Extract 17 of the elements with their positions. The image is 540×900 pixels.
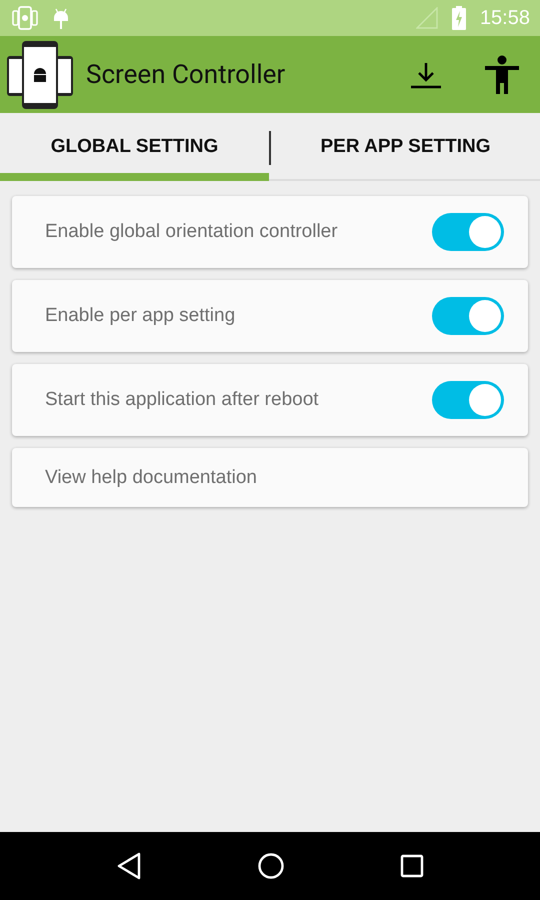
help-card[interactable]: View help documentation [12, 448, 528, 507]
battery-charging-icon [452, 6, 466, 30]
setting-label: Start this application after reboot [45, 389, 320, 411]
setting-label: View help documentation [45, 466, 258, 488]
signal-icon [416, 7, 438, 29]
toggle-switch[interactable] [432, 213, 504, 251]
screen-rotation-icon [12, 6, 38, 30]
tab[interactable]: GLOBAL SETTING [0, 113, 269, 181]
toggle-switch[interactable] [432, 381, 504, 419]
android-icon [52, 6, 70, 30]
toggle-switch[interactable] [432, 297, 504, 335]
app-logo-icon [6, 40, 74, 110]
app-title: Screen Controller [86, 60, 286, 90]
setting-label: Enable global orientation controller [45, 221, 339, 243]
clock-time: 15:58 [480, 6, 530, 30]
setting-label: Enable per app setting [45, 305, 236, 327]
tab[interactable]: PER APP SETTING [271, 113, 540, 181]
